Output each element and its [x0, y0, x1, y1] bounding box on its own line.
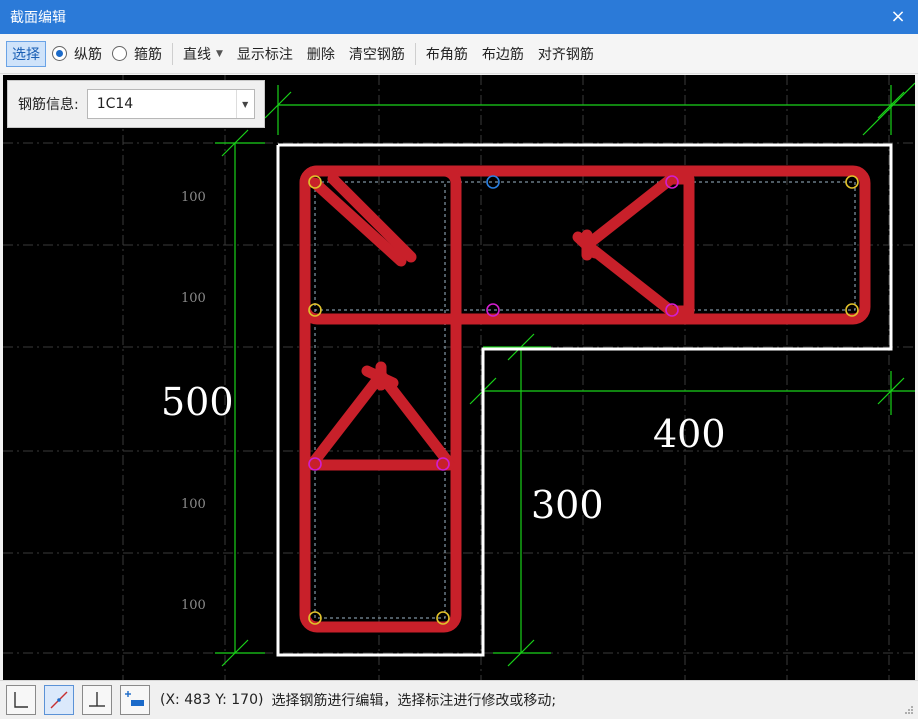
perpendicular-button[interactable]	[82, 685, 112, 715]
close-icon[interactable]: ×	[888, 7, 908, 27]
rebar-info-panel: 钢筋信息: 1C14 ▼	[7, 80, 265, 128]
radio-longitudinal-label: 纵筋	[74, 46, 102, 63]
snap-line-icon	[50, 691, 68, 709]
toolbar-separator	[172, 42, 173, 65]
add-dimension-icon	[125, 691, 144, 706]
rebar-info-select[interactable]: 1C14 ▼	[86, 89, 255, 119]
chevron-down-icon: ▼	[216, 48, 223, 59]
dimension-400[interactable]: 400	[653, 412, 726, 456]
edge-rebar-button[interactable]: 布边筋	[478, 41, 528, 67]
section-editor-window: 截面编辑 × 选择 纵筋 箍筋 直线 ▼ 显示标注 删除 清空钢筋 布角筋 布边…	[0, 0, 918, 719]
radio-checked-icon	[52, 46, 67, 61]
radio-unchecked-icon	[112, 46, 127, 61]
dimension-300[interactable]: 300	[531, 483, 604, 527]
align-rebar-button[interactable]: 对齐钢筋	[534, 41, 598, 67]
chevron-down-icon[interactable]: ▼	[235, 90, 254, 118]
select-button[interactable]: 选择	[6, 40, 46, 67]
radio-longitudinal[interactable]: 纵筋	[52, 44, 102, 64]
radio-stirrup[interactable]: 箍筋	[112, 44, 162, 64]
toolbar: 选择 纵筋 箍筋 直线 ▼ 显示标注 删除 清空钢筋 布角筋 布边筋 对齐钢筋	[0, 34, 918, 74]
delete-button[interactable]: 删除	[303, 41, 339, 67]
line-mode-dropdown[interactable]: 直线 ▼	[179, 41, 227, 67]
status-message: 选择钢筋进行编辑，选择标注进行修改或移动;	[271, 693, 557, 709]
grid-label: 100	[181, 497, 206, 512]
radio-stirrup-label: 箍筋	[134, 46, 162, 63]
show-dimension-button[interactable]: 显示标注	[233, 41, 297, 67]
grid-label: 100	[181, 291, 206, 306]
perpendicular-icon	[89, 692, 105, 707]
drawing-canvas[interactable]: 100 100 100 100 500 400 300	[3, 75, 915, 680]
toolbar-separator	[414, 42, 416, 65]
window-title: 截面编辑	[10, 10, 66, 26]
rebar-info-value: 1C14	[96, 96, 134, 112]
dimension-500[interactable]: 500	[161, 380, 234, 424]
rebar-info-label: 钢筋信息:	[18, 97, 79, 113]
section-drawing[interactable]: 100 100 100 100 500 400 300	[3, 75, 915, 680]
line-mode-label: 直线	[183, 46, 211, 63]
resize-grip-icon[interactable]	[904, 705, 914, 715]
stirrups[interactable]	[299, 165, 871, 633]
add-dimension-button[interactable]	[120, 685, 150, 715]
snap-line-button[interactable]	[44, 685, 74, 715]
grid-label: 100	[181, 598, 206, 613]
clear-rebar-button[interactable]: 清空钢筋	[345, 41, 409, 67]
status-bar: (X: 483 Y: 170) 选择钢筋进行编辑，选择标注进行修改或移动;	[0, 680, 918, 719]
title-bar: 截面编辑 ×	[0, 0, 918, 34]
ortho-toggle-button[interactable]	[6, 685, 36, 715]
ortho-icon	[14, 692, 28, 708]
corner-rebar-button[interactable]: 布角筋	[422, 41, 472, 67]
grid-label: 100	[181, 190, 206, 205]
status-coordinates: (X: 483 Y: 170)	[160, 692, 264, 708]
